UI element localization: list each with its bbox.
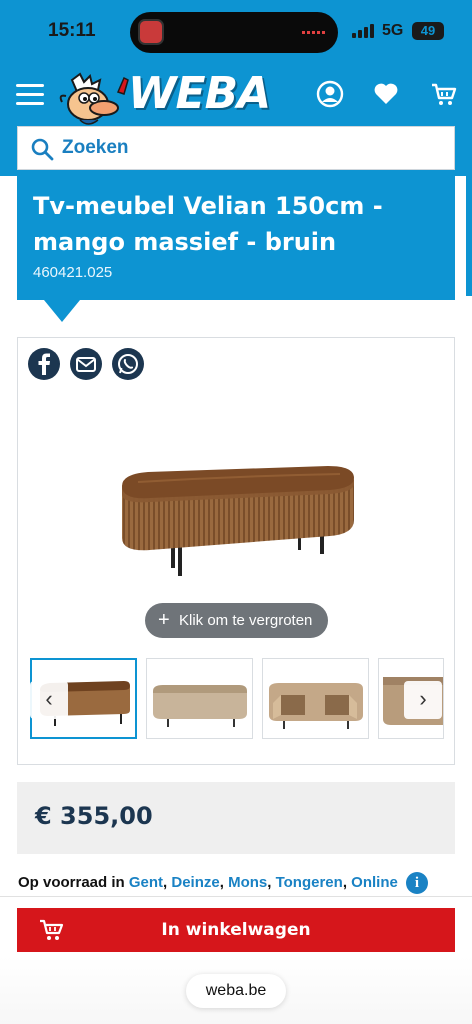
title-side-edge — [466, 176, 472, 296]
store-link-deinze[interactable]: Deinze — [171, 874, 219, 891]
stock-availability: Op voorraad in Gent, Deinze, Mons, Tonge… — [18, 874, 398, 891]
heart-icon[interactable] — [372, 80, 400, 108]
email-icon[interactable] — [70, 348, 102, 380]
stock-prefix: Op voorraad in — [18, 874, 125, 891]
chevron-left-icon: ‹ — [45, 686, 53, 711]
gallery-next-button[interactable]: › — [404, 681, 442, 719]
cart-icon[interactable] — [430, 80, 458, 108]
browser-url-pill[interactable]: weba.be — [186, 974, 286, 1008]
product-price: € 355,00 — [35, 802, 153, 830]
zoom-label: Klik om te vergroten — [179, 612, 313, 629]
add-to-cart-label: In winkelwagen — [161, 920, 311, 940]
facebook-icon[interactable] — [28, 348, 60, 380]
search-input[interactable] — [62, 127, 442, 169]
gallery-prev-button[interactable]: ‹ — [30, 681, 68, 719]
product-gallery: + Klik om te vergroten ‹ › — [17, 337, 455, 765]
thumbnail-2[interactable] — [146, 658, 253, 739]
add-to-cart-button[interactable]: In winkelwagen — [17, 908, 455, 952]
title-pointer — [44, 300, 80, 322]
chevron-right-icon: › — [419, 686, 427, 711]
product-title: Tv-meubel Velian 150cm - mango massief -… — [33, 192, 383, 256]
search-bar[interactable] — [17, 126, 455, 170]
divider — [0, 896, 472, 897]
product-main-image[interactable] — [108, 458, 368, 583]
product-title-box: Tv-meubel Velian 150cm - mango massief -… — [17, 176, 455, 300]
battery-icon: 49 — [412, 22, 444, 40]
recording-indicator — [302, 31, 326, 34]
plus-icon: + — [158, 609, 170, 631]
weba-logo[interactable]: WEBA — [128, 68, 271, 119]
store-link-mons[interactable]: Mons — [228, 874, 267, 891]
status-time: 15:11 — [48, 20, 96, 41]
store-link-tongeren[interactable]: Tongeren — [276, 874, 343, 891]
store-link-gent[interactable]: Gent — [129, 874, 163, 891]
price-box: € 355,00 — [17, 782, 455, 854]
store-link-online[interactable]: Online — [351, 874, 398, 891]
signal-icon — [352, 24, 374, 38]
search-icon[interactable] — [30, 137, 54, 161]
network-label: 5G — [382, 22, 404, 39]
account-icon[interactable] — [316, 80, 344, 108]
cart-icon — [40, 919, 64, 940]
menu-icon[interactable] — [16, 84, 44, 106]
dynamic-island — [130, 12, 338, 53]
info-icon[interactable]: i — [406, 872, 428, 894]
now-playing-thumbnail — [138, 19, 164, 45]
whatsapp-icon[interactable] — [112, 348, 144, 380]
status-bar: 15:11 5G 49 — [0, 0, 472, 64]
zoom-button[interactable]: + Klik om te vergroten — [145, 603, 328, 638]
thumbnail-3[interactable] — [262, 658, 369, 739]
mascot-logo-icon[interactable] — [58, 72, 132, 130]
product-sku: 460421.025 — [33, 264, 113, 281]
